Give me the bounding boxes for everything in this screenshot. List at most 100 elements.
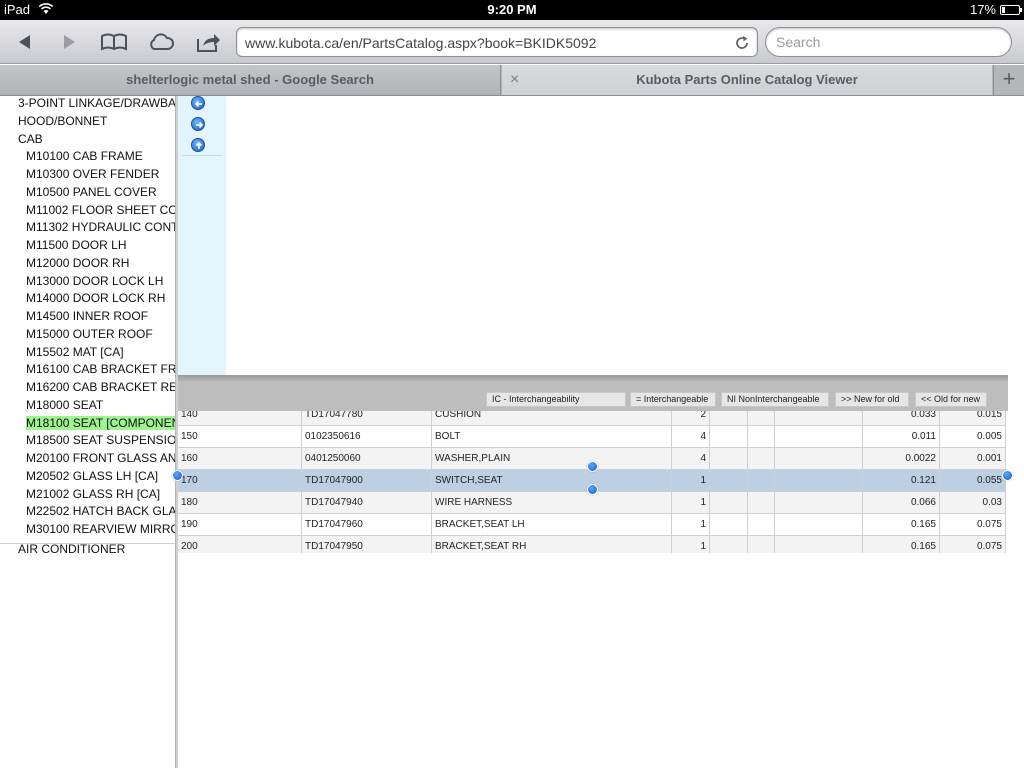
tree-item-label: 3-POINT LINKAGE/DRAWBAR (18, 96, 175, 110)
legend-item: = Interchangeable (630, 392, 716, 407)
back-arrow-icon (19, 35, 30, 49)
reload-icon[interactable] (733, 34, 751, 52)
new-tab-button[interactable]: + (993, 65, 1024, 95)
cell-qty: 1 (672, 536, 710, 553)
tab-bar: shelterlogic metal shed - Google Search … (0, 65, 1024, 96)
tree-item[interactable]: M15000 OUTER ROOF (0, 326, 175, 343)
tree-item[interactable]: M14500 INNER ROOF (0, 308, 175, 325)
cell-qty: 4 (672, 426, 710, 448)
selection-handle-bottom[interactable] (587, 484, 598, 495)
tree-item-label: M14000 DOOR LOCK RH (26, 291, 166, 306)
tree-item[interactable]: M15502 MAT [CA] (0, 344, 175, 361)
tree-item-label: M30100 REARVIEW MIRROR (26, 522, 175, 536)
cell-ref: 180 (178, 492, 302, 514)
search-field[interactable] (765, 27, 1012, 57)
tree-item[interactable]: 3-POINT LINKAGE/DRAWBAR (0, 96, 175, 112)
tree-item-label: M11302 HYDRAULIC CONTROL (26, 220, 175, 235)
nav-separator (182, 155, 222, 156)
next-button[interactable] (191, 117, 205, 131)
tree-item[interactable]: M20100 FRONT GLASS AND WIPER (0, 450, 175, 467)
cell-part-no: TD17047900 (302, 470, 432, 492)
tree-item[interactable]: M16200 CAB BRACKET REAR (0, 379, 175, 396)
cell-qty: 2 (672, 411, 710, 426)
cell-empty (775, 514, 863, 536)
tree-item-label: M10300 OVER FENDER (26, 167, 160, 181)
cell-empty (710, 448, 748, 470)
cell-ref: 170 (178, 470, 302, 492)
tree-item[interactable]: M16100 CAB BRACKET FRONT (0, 361, 175, 378)
tree-item[interactable]: M11002 FLOOR SHEET COVER (0, 202, 175, 219)
address-bar[interactable]: www.kubota.ca/en/PartsCatalog.aspx?book=… (236, 27, 758, 57)
cell-empty (710, 411, 748, 426)
tree-item[interactable]: M21002 GLASS RH [CA] (0, 486, 175, 503)
tree-item-label: M14500 INNER ROOF (26, 309, 149, 323)
cell-weight-lb: 0.0022 (863, 448, 940, 470)
tree-item-label: M11002 FLOOR SHEET COVER (26, 202, 175, 217)
cell-ref: 200 (178, 536, 302, 553)
catalog-tree: 3-POINT LINKAGE/DRAWBAR HOOD/BONNET CAB M10… (0, 96, 175, 768)
tree-item[interactable]: M18500 SEAT SUSPENSION (0, 432, 175, 449)
tab-kubota-catalog[interactable]: × Kubota Parts Online Catalog Viewer (502, 65, 992, 95)
tree-item[interactable]: M11500 DOOR LH (0, 237, 175, 254)
cell-part-no: TD17047950 (302, 536, 432, 553)
navigation-panel (178, 96, 226, 376)
cell-qty: 4 (672, 448, 710, 470)
tree-item[interactable]: M18100 SEAT [COMPONENTS] (0, 415, 175, 432)
tree-item[interactable]: M10100 CAB FRAME (0, 148, 175, 165)
selection-handle-right[interactable] (1002, 470, 1013, 481)
tree-item[interactable]: M11302 HYDRAULIC CONTROL (0, 219, 175, 236)
back-button[interactable] (10, 28, 40, 56)
tree-item[interactable]: CAB (0, 131, 175, 148)
cell-qty: 1 (672, 492, 710, 514)
cell-weight-kg: 0.055 (940, 470, 1006, 492)
tree-item[interactable]: M13000 DOOR LOCK LH (0, 273, 175, 290)
cell-weight-lb: 0.033 (863, 411, 940, 426)
tree-item[interactable]: HOOD/BONNET (0, 113, 175, 130)
tree-item[interactable]: M10500 PANEL COVER (0, 184, 175, 201)
icloud-tabs-button[interactable] (146, 28, 176, 56)
legend-item: IC - Interchangeability (486, 392, 626, 407)
close-tab-icon[interactable]: × (510, 65, 519, 95)
table-row[interactable]: 140 TD17047780 CUSHION 2 0.033 0.015 (178, 411, 1006, 426)
tree-item-label: M21002 GLASS RH [CA] (26, 486, 161, 501)
tree-item-label: CAB (18, 131, 43, 146)
tree-item[interactable]: M18000 SEAT (0, 397, 175, 414)
up-button[interactable] (191, 138, 205, 152)
share-button[interactable] (194, 28, 224, 56)
selection-handle-left[interactable] (172, 470, 183, 481)
tab-google-search[interactable]: shelterlogic metal shed - Google Search (0, 65, 501, 95)
url-text[interactable]: www.kubota.ca/en/PartsCatalog.aspx?book=… (245, 35, 596, 51)
table-row[interactable]: 180 TD17047940 WIRE HARNESS 1 0.066 0.03 (178, 492, 1006, 514)
cell-ref: 160 (178, 448, 302, 470)
cell-empty (748, 492, 775, 514)
table-row[interactable]: 190 TD17047960 BRACKET,SEAT LH 1 0.165 0.075 (178, 514, 1006, 536)
legend-item: >> New for old (835, 392, 909, 407)
cell-description: WIRE HARNESS (432, 492, 672, 514)
cell-empty (710, 514, 748, 536)
tree-item-label: M16100 CAB BRACKET FRONT (26, 362, 175, 377)
cloud-icon (150, 33, 174, 50)
cell-ref: 190 (178, 514, 302, 536)
browser-toolbar: www.kubota.ca/en/PartsCatalog.aspx?book=… (0, 20, 1024, 64)
cell-part-no: TD17047940 (302, 492, 432, 514)
tree-item[interactable]: M20502 GLASS LH [CA] (0, 468, 175, 485)
cell-empty (775, 470, 863, 492)
forward-button[interactable] (54, 28, 84, 56)
tree-item[interactable]: M10300 OVER FENDER (0, 166, 175, 183)
tree-item[interactable]: M12000 DOOR RH (0, 255, 175, 272)
tree-item[interactable]: M30100 REARVIEW MIRROR (0, 521, 175, 538)
tree-item[interactable]: M14000 DOOR LOCK RH (0, 290, 175, 307)
bookmarks-button[interactable] (99, 28, 129, 56)
tree-item[interactable]: M22502 HATCH BACK GLASS (0, 503, 175, 520)
selection-handle-top[interactable] (587, 461, 598, 472)
table-row[interactable]: 200 TD17047950 BRACKET,SEAT RH 1 0.165 0.075 (178, 536, 1006, 553)
table-row[interactable]: 150 0102350616 BOLT 4 0.011 0.005 (178, 426, 1006, 448)
cell-weight-lb: 0.011 (863, 426, 940, 448)
tree-item-label: M16200 CAB BRACKET REAR (26, 380, 175, 394)
battery-fill (1002, 7, 1006, 13)
arrow-left-icon (194, 100, 202, 108)
cell-weight-kg: 0.015 (940, 411, 1006, 426)
cell-empty (710, 426, 748, 448)
previous-button[interactable] (191, 96, 205, 110)
search-input[interactable] (776, 34, 996, 50)
